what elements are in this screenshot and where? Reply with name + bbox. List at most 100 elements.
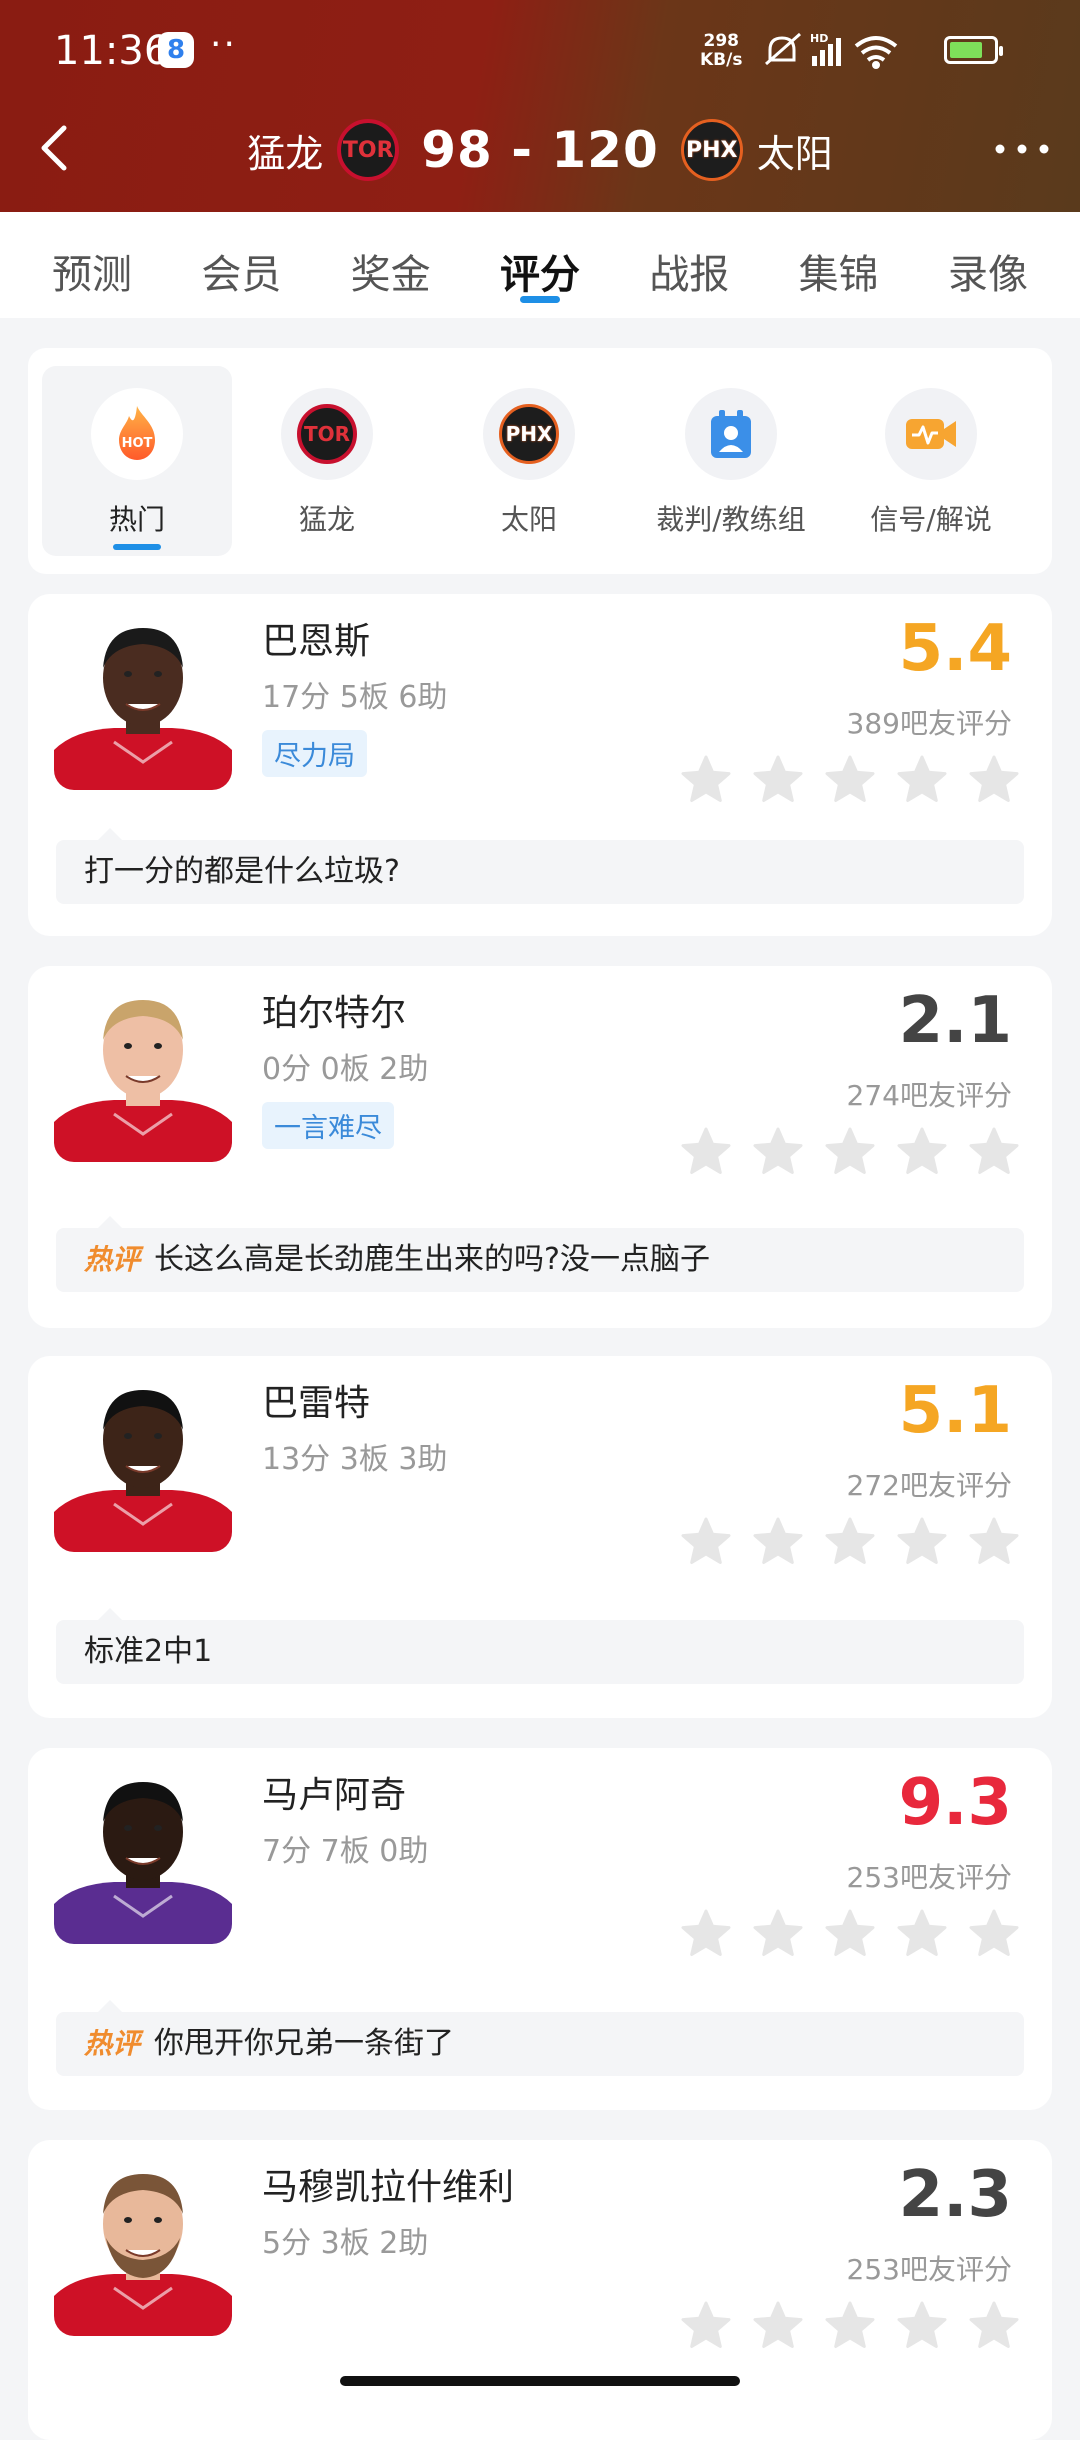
star-rating-input[interactable] [680,1126,1020,1178]
active-tab-indicator [519,296,560,303]
star-icon[interactable] [968,754,1020,806]
star-icon[interactable] [752,1516,804,1568]
svg-text:HD: HD [810,32,828,45]
top-comment[interactable]: 标准2中1 [56,1608,1024,1684]
player-card[interactable]: 巴雷特 13分 3板 3助 5.1 272吧友评分 标准2中1 [28,1356,1052,1718]
more-notifications-indicator: ·· [210,24,237,65]
star-icon[interactable] [896,754,948,806]
player-rating-score: 2.1 [898,984,1012,1058]
player-stats: 5分 3板 2助 [262,2226,429,2261]
player-avatar [54,612,232,790]
category-raptors[interactable]: TOR 猛龙 [232,348,422,556]
tab-report[interactable]: 战报 [619,212,759,318]
star-icon[interactable] [680,1126,732,1178]
tab-ratings[interactable]: 评分 [470,212,610,318]
star-icon[interactable] [752,2300,804,2352]
player-avatar [54,984,232,1162]
tab-bonus[interactable]: 奖金 [321,212,461,318]
star-rating-input[interactable] [680,754,1020,806]
player-stats: 7分 7板 0助 [262,1834,429,1869]
star-rating-input[interactable] [680,1516,1020,1568]
referee-icon [685,388,777,480]
player-rating-score: 5.4 [898,612,1012,686]
star-icon[interactable] [824,1126,876,1178]
category-filter: HOT 热门 TOR 猛龙 PHX 太阳 裁判/教练组 信号/解说 [28,348,1052,574]
player-card[interactable]: 珀尔特尔 0分 0板 2助 一言难尽 2.1 274吧友评分 热评 长这么高是长劲… [28,966,1052,1328]
star-icon[interactable] [896,1908,948,1960]
player-name: 珀尔特尔 [262,993,407,1034]
star-icon[interactable] [680,1516,732,1568]
star-icon[interactable] [896,1516,948,1568]
star-icon[interactable] [752,1908,804,1960]
match-header: 11:36 8 ·· 298 KB/s HD 猛龙 TOR 98 - 120 P… [0,0,1080,212]
star-icon[interactable] [968,1126,1020,1178]
player-name: 巴恩斯 [262,621,371,662]
raptors-logo: TOR [337,119,400,181]
star-icon[interactable] [896,1126,948,1178]
star-icon[interactable] [824,1516,876,1568]
rating-count: 389吧友评分 [846,707,1012,740]
star-icon[interactable] [968,2300,1020,2352]
star-icon[interactable] [968,1908,1020,1960]
score: 98 - 120 [421,121,659,179]
star-icon[interactable] [968,1516,1020,1568]
tab-label: 预测 [52,252,132,298]
away-team-name: 太阳 [756,131,833,176]
star-rating-input[interactable] [680,2300,1020,2352]
suns-logo: PHX [680,119,743,181]
player-tag: 尽力局 [262,730,367,777]
category-hot[interactable]: HOT 热门 [42,366,232,556]
category-broadcast[interactable]: 信号/解说 [836,348,1026,556]
player-card[interactable]: 巴恩斯 17分 5板 6助 尽力局 5.4 389吧友评分 打一分的都是什么垃圾… [28,594,1052,936]
home-indicator[interactable] [340,2376,740,2386]
more-options-icon[interactable] [992,134,1052,164]
top-comment[interactable]: 热评 你甩开你兄弟一条街了 [56,2000,1024,2076]
player-portrait-icon [54,1782,232,1944]
comment-text: 打一分的都是什么垃圾? [84,854,400,889]
hot-comment-badge: 热评 [84,2027,141,2060]
match-score: 猛龙 TOR 98 - 120 PHX 太阳 [0,100,1080,200]
rating-count: 253吧友评分 [846,2253,1012,2286]
top-comment[interactable]: 热评 长这么高是长劲鹿生出来的吗?没一点脑子 [56,1216,1024,1292]
star-icon[interactable] [896,2300,948,2352]
tab-label: 评分 [499,252,580,298]
player-portrait-icon [54,1390,232,1552]
star-icon[interactable] [752,754,804,806]
star-icon[interactable] [680,754,732,806]
rating-count: 274吧友评分 [846,1079,1012,1112]
rating-count: 253吧友评分 [846,1861,1012,1894]
comment-text: 标准2中1 [84,1634,213,1669]
player-name: 巴雷特 [262,1383,371,1424]
star-icon[interactable] [680,1908,732,1960]
top-comment[interactable]: 打一分的都是什么垃圾? [56,828,1024,904]
star-icon[interactable] [824,1908,876,1960]
category-suns[interactable]: PHX 太阳 [434,348,624,556]
category-label: 猛龙 [298,503,355,536]
battery-level [950,42,982,58]
player-stats: 17分 5板 6助 [262,680,448,715]
player-card[interactable]: 马卢阿奇 7分 7板 0助 9.3 253吧友评分 热评 你甩开你兄弟一条街了 [28,1748,1052,2110]
star-icon[interactable] [824,2300,876,2352]
mute-alarm-icon [765,32,801,66]
tab-label: 集锦 [798,252,879,298]
star-rating-input[interactable] [680,1908,1020,1960]
tab-label: 录像 [947,252,1028,298]
category-referee-coaches[interactable]: 裁判/教练组 [636,348,826,556]
tab-prediction[interactable]: 预测 [22,212,162,318]
tab-replay[interactable]: 录像 [918,212,1058,318]
tab-highlights[interactable]: 集锦 [769,212,909,318]
star-icon[interactable] [680,2300,732,2352]
network-speed-value: 298 [703,31,739,51]
player-rating-score: 9.3 [898,1766,1012,1840]
home-team-name: 猛龙 [247,131,324,176]
category-label: 热门 [108,503,165,536]
signal-icon: HD [810,32,841,66]
star-icon[interactable] [824,754,876,806]
player-card[interactable]: 马穆凯拉什维利 5分 3板 2助 2.3 253吧友评分 [28,2140,1052,2440]
tab-membership[interactable]: 会员 [171,212,311,318]
category-label: 裁判/教练组 [656,503,806,536]
tab-label: 奖金 [350,252,431,298]
star-icon[interactable] [752,1126,804,1178]
suns-logo: PHX [483,388,575,480]
player-name: 马穆凯拉什维利 [262,2167,515,2208]
